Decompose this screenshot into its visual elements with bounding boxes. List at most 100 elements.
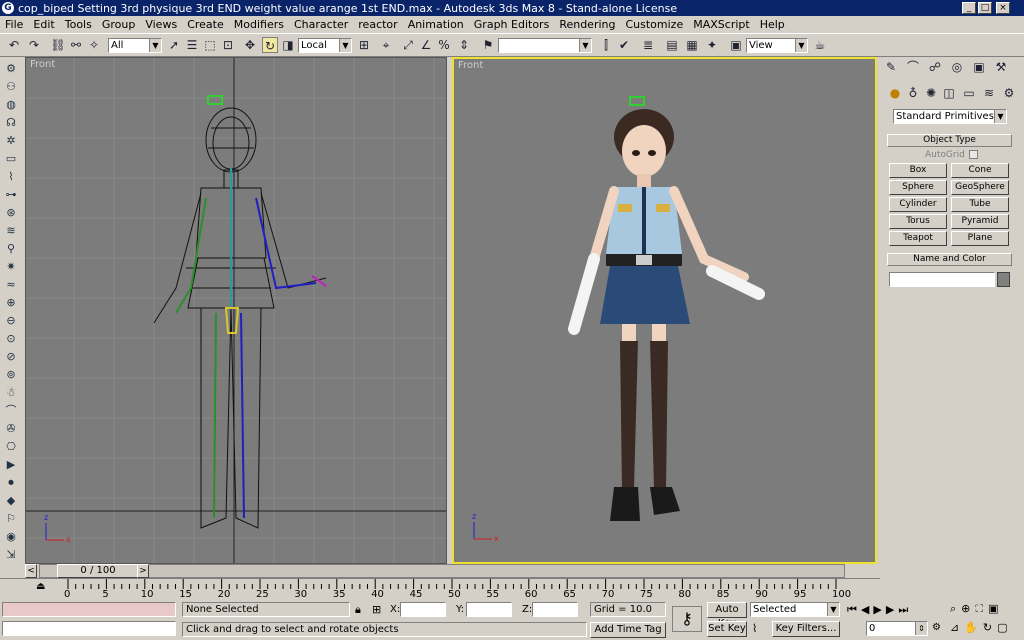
pyramid-button[interactable]: Pyramid [951,214,1009,229]
reactor-point-icon[interactable]: ⊙ [4,332,18,346]
reactor-rigid-icon[interactable]: ⚇ [4,80,18,94]
maxscript-output[interactable] [2,621,176,636]
menu-graph-editors[interactable]: Graph Editors [469,18,555,31]
render-scene-icon[interactable]: ▣ [728,37,744,53]
reactor-ragdoll-icon[interactable]: ☃ [4,386,18,400]
select-move-icon[interactable]: ✥ [242,37,258,53]
y-coordinate-input[interactable] [466,602,512,617]
reactor-world-icon[interactable]: ◉ [4,530,18,544]
viewport-front-shaded[interactable]: Front z x [452,57,877,564]
current-frame-spinner[interactable]: 0 ⇕ [866,621,928,636]
pivot-center-icon[interactable]: ⊞ [356,37,372,53]
maximize-button[interactable]: □ [978,2,992,14]
object-type-rollout-header[interactable]: Object Type [887,134,1012,147]
torus-button[interactable]: Torus [889,214,947,229]
zoom-icon[interactable]: ⌕ [950,602,961,615]
viewport-front-wireframe[interactable]: Front z x [25,57,447,564]
display-tab-icon[interactable]: ▣ [971,59,987,75]
menu-maxscript[interactable]: MAXScript [688,18,754,31]
select-rotate-icon[interactable]: ↻ [262,37,278,53]
z-coordinate-input[interactable] [532,602,578,617]
named-selection-icon[interactable]: ⚑ [480,37,496,53]
layer-manager-icon[interactable]: ≣ [640,37,656,53]
menu-tools[interactable]: Tools [60,18,97,31]
minimize-button[interactable]: _ [962,2,976,14]
track-bar[interactable]: ⏏ 0 5 10 15 20 25 30 35 40 45 50 55 60 65 70 75 80 85 90 95… [0,578,880,600]
select-object-icon[interactable]: ➚ [166,37,182,53]
reactor-property-icon[interactable]: ⚐ [4,512,18,526]
menu-character[interactable]: Character [289,18,353,31]
quick-render-icon[interactable]: ☕ [812,37,828,53]
cameras-icon[interactable]: ◫ [941,85,957,101]
ref-coord-dropdown[interactable]: Local ▼ [298,38,352,53]
teapot-button[interactable]: Teapot [889,231,947,246]
select-scale-icon[interactable]: ◨ [280,37,296,53]
align-icon[interactable]: ✔ [616,37,632,53]
geometry-icon[interactable]: ● [887,85,903,101]
percent-snap-icon[interactable]: % [436,37,452,53]
menu-views[interactable]: Views [140,18,182,31]
select-link-icon[interactable]: ⛓ [50,37,66,53]
create-tab-icon[interactable]: ✎ [883,59,899,75]
reactor-preview-icon[interactable]: ▶ [4,458,18,472]
reactor-icon[interactable]: ⚙ [4,62,18,76]
reactor-hinge-icon[interactable]: ⊖ [4,314,18,328]
menu-group[interactable]: Group [97,18,141,31]
menu-edit[interactable]: Edit [28,18,59,31]
x-coordinate-input[interactable] [400,602,446,617]
snap-toggle-icon[interactable]: ⤢ [400,37,416,53]
named-selection-dropdown[interactable]: ▼ [498,38,592,53]
reactor-convex-icon[interactable]: ◆ [4,494,18,508]
next-frame-button[interactable]: > [137,564,149,578]
reactor-constraint-icon[interactable]: ⊕ [4,296,18,310]
selection-lock-icon[interactable]: 🔒︎ [355,603,361,617]
menu-modifiers[interactable]: Modifiers [229,18,289,31]
menu-reactor[interactable]: reactor [353,18,402,31]
time-config-icon[interactable]: ⚙ [932,622,941,633]
shapes-icon[interactable]: ♁ [905,85,921,101]
systems-icon[interactable]: ⚙ [1001,85,1017,101]
reactor-fracture-icon[interactable]: ✷ [4,260,18,274]
arc-rotate-icon[interactable]: ↻ [983,621,997,634]
auto-key-button[interactable]: Auto Key [707,602,747,629]
angle-snap-icon[interactable]: ∠ [418,37,434,53]
schematic-view-icon[interactable]: ▦ [684,37,700,53]
absolute-mode-icon[interactable]: ⊞ [372,603,381,616]
select-manipulate-icon[interactable]: ⌖ [378,37,394,53]
zoom-all-icon[interactable]: ⊕ [961,602,975,615]
autogrid-checkbox[interactable] [969,150,978,159]
reactor-wind-icon[interactable]: ≋ [4,224,18,238]
plane-button[interactable]: Plane [951,231,1009,246]
select-by-name-icon[interactable]: ☰ [184,37,200,53]
selection-filter-dropdown[interactable]: All ▼ [108,38,162,53]
key-tangent-icon[interactable]: ⌇ [752,622,757,635]
reactor-fan-icon[interactable]: ✇ [4,422,18,436]
cone-button[interactable]: Cone [951,163,1009,178]
unlink-icon[interactable]: ⚯ [68,37,84,53]
tube-button[interactable]: Tube [951,197,1009,212]
bind-spacewarp-icon[interactable]: ✧ [86,37,102,53]
reactor-water-icon[interactable]: ≈ [4,278,18,292]
spinner-snap-icon[interactable]: ⇕ [456,37,472,53]
reactor-softbody-icon[interactable]: ✲ [4,134,18,148]
menu-file[interactable]: File [0,18,28,31]
redo-icon[interactable]: ↷ [26,37,42,53]
key-filters-button[interactable]: Key Filters... [772,621,840,637]
zoom-extents-all-icon[interactable]: ▣ [988,602,1003,615]
close-button[interactable]: × [996,2,1010,14]
reactor-dashpot-icon[interactable]: ⊶ [4,188,18,202]
add-time-tag-button[interactable]: Add Time Tag [590,622,666,638]
viewport-label[interactable]: Front [30,59,55,70]
helpers-icon[interactable]: ▭ [961,85,977,101]
time-slider[interactable]: < 0 / 100 > [25,564,877,578]
reactor-motor-icon[interactable]: ⊛ [4,206,18,220]
prev-frame-button[interactable]: < [25,564,37,578]
time-slider-thumb[interactable]: 0 / 100 [57,564,139,578]
geosphere-button[interactable]: GeoSphere [951,180,1009,195]
utilities-tab-icon[interactable]: ⚒ [993,59,1009,75]
reactor-toy-car-icon[interactable]: ⚲ [4,242,18,256]
object-color-swatch[interactable] [997,272,1010,287]
cylinder-button[interactable]: Cylinder [889,197,947,212]
name-color-rollout-header[interactable]: Name and Color [887,253,1012,266]
time-track[interactable] [39,564,845,578]
